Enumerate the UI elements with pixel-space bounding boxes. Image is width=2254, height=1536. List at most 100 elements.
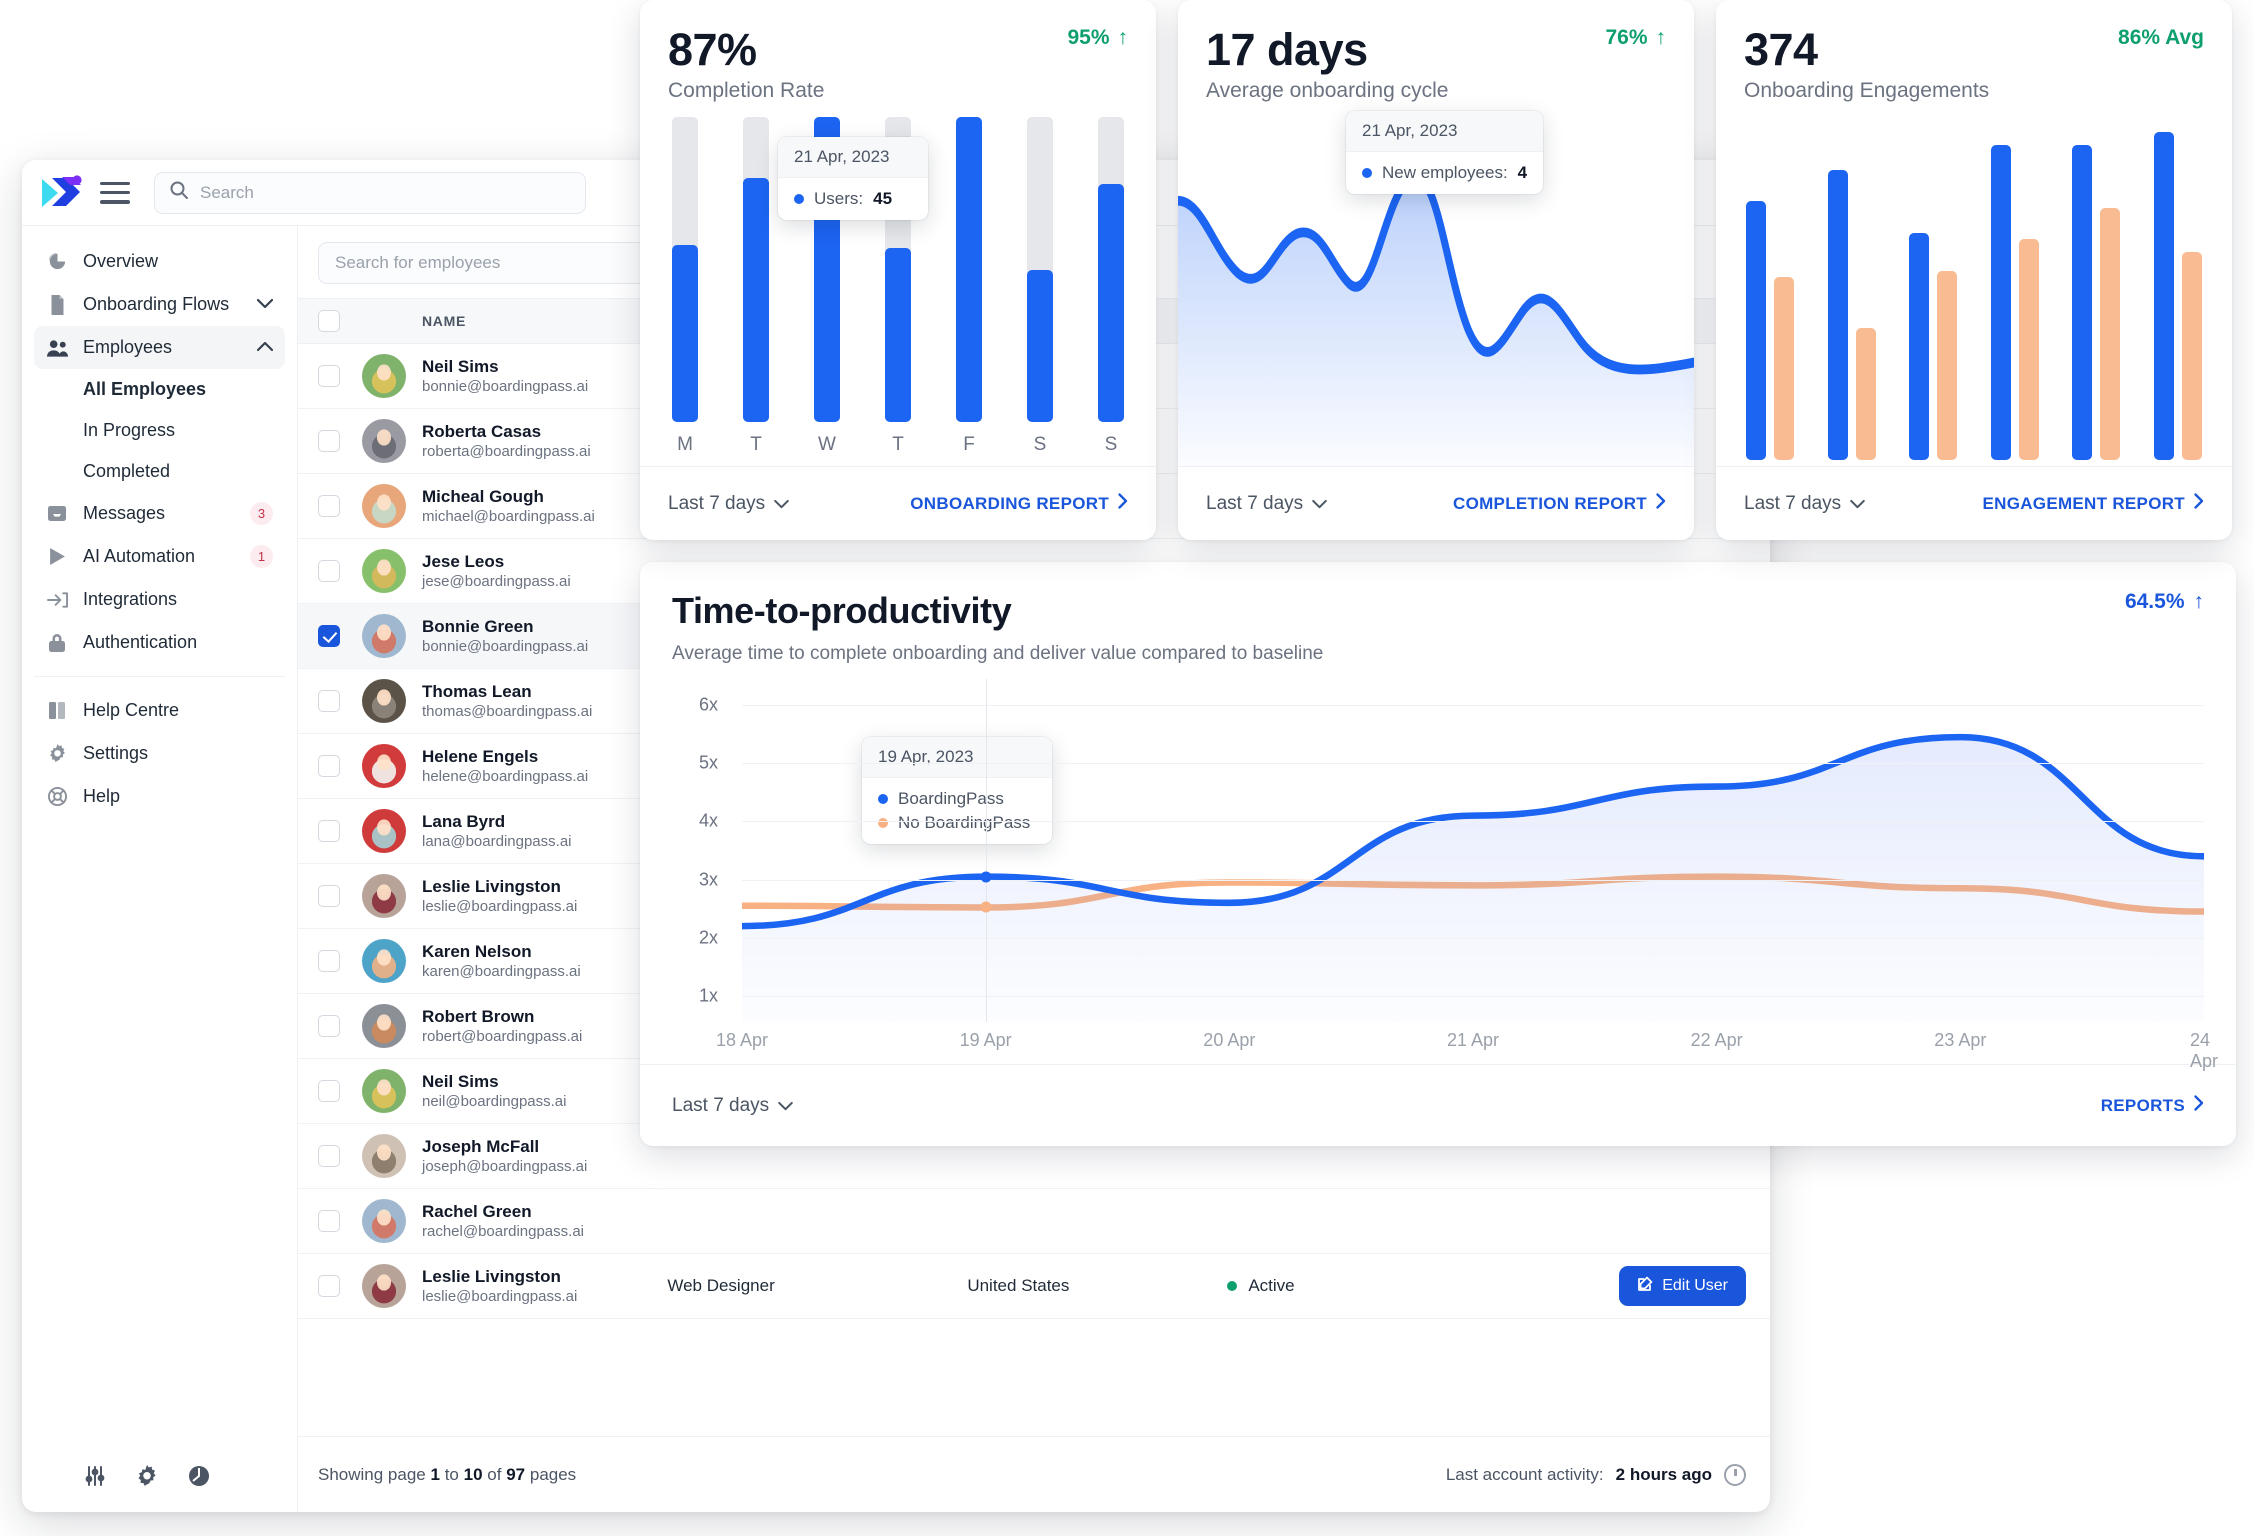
row-checkbox[interactable]: [318, 1275, 340, 1297]
employee-email: neil@boardingpass.ai: [422, 1092, 567, 1110]
employee-identity: Robert Brown robert@boardingpass.ai: [422, 1006, 582, 1047]
menu-toggle-button[interactable]: [100, 181, 130, 204]
avatar: [362, 484, 406, 528]
row-checkbox[interactable]: [318, 1015, 340, 1037]
table-row[interactable]: Neil Sims neil@boardingpass.ai: [298, 1059, 1770, 1124]
table-row[interactable]: Roberta Casas roberta@boardingpass.ai: [298, 409, 1770, 474]
bar-no-boardingpass: [2181, 251, 2202, 460]
sliders-icon[interactable]: [84, 1465, 106, 1487]
kpi-subtitle: Completion Rate: [668, 79, 825, 103]
inbox-icon: [46, 503, 68, 525]
employee-search-input[interactable]: [335, 253, 1101, 273]
globe-icon[interactable]: [188, 1465, 210, 1487]
search-input[interactable]: [200, 182, 571, 203]
employee-email: rachel@boardingpass.ai: [422, 1222, 584, 1240]
pagination-from: 1: [430, 1464, 440, 1484]
table-row[interactable]: Lana Byrd lana@boardingpass.ai: [298, 799, 1770, 864]
sidebar-subitem-completed[interactable]: Completed: [34, 451, 285, 492]
bar-pair: [1827, 117, 1876, 460]
employee-identity: Jese Leos jese@boardingpass.ai: [422, 551, 571, 592]
row-checkbox[interactable]: [318, 365, 340, 387]
row-checkbox[interactable]: [318, 560, 340, 582]
table-row[interactable]: Thomas Lean thomas@boardingpass.ai: [298, 669, 1770, 734]
table-row[interactable]: Neil Sims bonnie@boardingpass.ai: [298, 344, 1770, 409]
row-checkbox[interactable]: [318, 885, 340, 907]
search-icon: [169, 180, 189, 205]
row-checkbox[interactable]: [318, 755, 340, 777]
boardingpass-logo-icon[interactable]: [40, 174, 82, 212]
employees-footer: Showing page 1 to 10 of 97 pages Last ac…: [298, 1436, 1770, 1512]
sidebar-item-help[interactable]: Help: [34, 775, 285, 818]
dashboard-window: Overview Onboarding Flows: [22, 160, 1770, 1512]
global-search[interactable]: [154, 171, 586, 214]
lifebuoy-icon: [46, 786, 68, 808]
engagement-report-link[interactable]: ENGAGEMENT REPORT: [1982, 493, 2204, 514]
employee-identity: Joseph McFall joseph@boardingpass.ai: [422, 1136, 587, 1177]
login-arrow-icon: [46, 589, 68, 611]
employee-name: Joseph McFall: [422, 1136, 540, 1156]
row-checkbox[interactable]: [318, 690, 340, 712]
table-row[interactable]: Joseph McFall joseph@boardingpass.ai: [298, 1124, 1770, 1189]
bar-boardingpass: [2072, 144, 2093, 460]
employee-identity: Bonnie Green bonnie@boardingpass.ai: [422, 616, 588, 657]
row-checkbox[interactable]: [318, 430, 340, 452]
gear-icon[interactable]: [136, 1465, 158, 1487]
employees-search-row: [298, 226, 1770, 298]
chevron-right-icon: [2194, 493, 2204, 514]
sidebar-subitem-all-employees[interactable]: All Employees: [34, 369, 285, 410]
bar-boardingpass: [1827, 169, 1848, 460]
sidebar-item-onboarding-flows[interactable]: Onboarding Flows: [34, 283, 285, 326]
row-checkbox[interactable]: [318, 1145, 340, 1167]
bar-boardingpass: [1909, 232, 1930, 460]
row-checkbox[interactable]: [318, 950, 340, 972]
sidebar-item-settings[interactable]: Settings: [34, 732, 285, 775]
table-row[interactable]: Karen Nelson karen@boardingpass.ai: [298, 929, 1770, 994]
panel-delta-value: 64.5%: [2124, 590, 2185, 613]
reports-link[interactable]: REPORTS: [2101, 1095, 2204, 1116]
employee-identity: Lana Byrd lana@boardingpass.ai: [422, 811, 572, 852]
employee-name: Robert Brown: [422, 1006, 535, 1026]
employee-name: Leslie Livingston: [422, 1266, 561, 1286]
sidebar-item-ai-automation[interactable]: AI Automation 1: [34, 535, 285, 578]
report-link-label: REPORTS: [2100, 1095, 2185, 1115]
chevron-down-icon: [256, 296, 274, 313]
sidebar-item-authentication[interactable]: Authentication: [34, 621, 285, 664]
sidebar-item-label: Help: [83, 786, 121, 806]
employee-name: Karen Nelson: [422, 941, 532, 961]
sidebar-item-overview[interactable]: Overview: [34, 240, 285, 283]
row-checkbox[interactable]: [318, 1210, 340, 1232]
table-row[interactable]: Leslie Livingston leslie@boardingpass.ai: [298, 864, 1770, 929]
sidebar-item-messages[interactable]: Messages 3: [34, 492, 285, 535]
sidebar-item-employees[interactable]: Employees: [34, 326, 285, 369]
select-all-checkbox[interactable]: [318, 310, 340, 332]
table-row[interactable]: Jese Leos jese@boardingpass.ai: [298, 539, 1770, 604]
kpi-delta: 95% ↑: [1067, 26, 1128, 50]
row-checkbox[interactable]: [318, 625, 340, 647]
status-dot-icon: [1227, 1281, 1238, 1291]
sidebar-item-label: Messages: [83, 503, 166, 523]
sidebar-item-help-centre[interactable]: Help Centre: [34, 689, 285, 732]
bar-no-boardingpass: [2100, 207, 2121, 460]
employee-identity: Karen Nelson karen@boardingpass.ai: [422, 941, 581, 982]
employee-identity: Leslie Livingston leslie@boardingpass.ai: [422, 876, 577, 917]
pagination-mid: to: [444, 1464, 459, 1484]
edit-user-button[interactable]: Edit User: [1619, 1266, 1746, 1306]
avatar: [362, 1134, 406, 1178]
arrow-up-icon: ↑: [1117, 26, 1129, 49]
employee-email: joseph@boardingpass.ai: [422, 1157, 588, 1175]
employee-search[interactable]: [318, 242, 1118, 284]
table-row[interactable]: Bonnie Green bonnie@boardingpass.ai: [298, 604, 1770, 669]
sidebar-subitem-in-progress[interactable]: In Progress: [34, 410, 285, 451]
table-row[interactable]: Rachel Green rachel@boardingpass.ai: [298, 1189, 1770, 1254]
table-row[interactable]: Leslie Livingston leslie@boardingpass.ai…: [298, 1254, 1770, 1319]
engagement-bar-chart: [1744, 117, 2204, 466]
row-checkbox[interactable]: [318, 1080, 340, 1102]
table-row[interactable]: Robert Brown robert@boardingpass.ai: [298, 994, 1770, 1059]
avatar: [362, 809, 406, 853]
table-row[interactable]: Helene Engels helene@boardingpass.ai: [298, 734, 1770, 799]
card-footer: Last 7 days ENGAGEMENT REPORT: [1716, 466, 2232, 540]
row-checkbox[interactable]: [318, 495, 340, 517]
table-row[interactable]: Micheal Gough michael@boardingpass.ai: [298, 474, 1770, 539]
sidebar-item-integrations[interactable]: Integrations: [34, 578, 285, 621]
row-checkbox[interactable]: [318, 820, 340, 842]
